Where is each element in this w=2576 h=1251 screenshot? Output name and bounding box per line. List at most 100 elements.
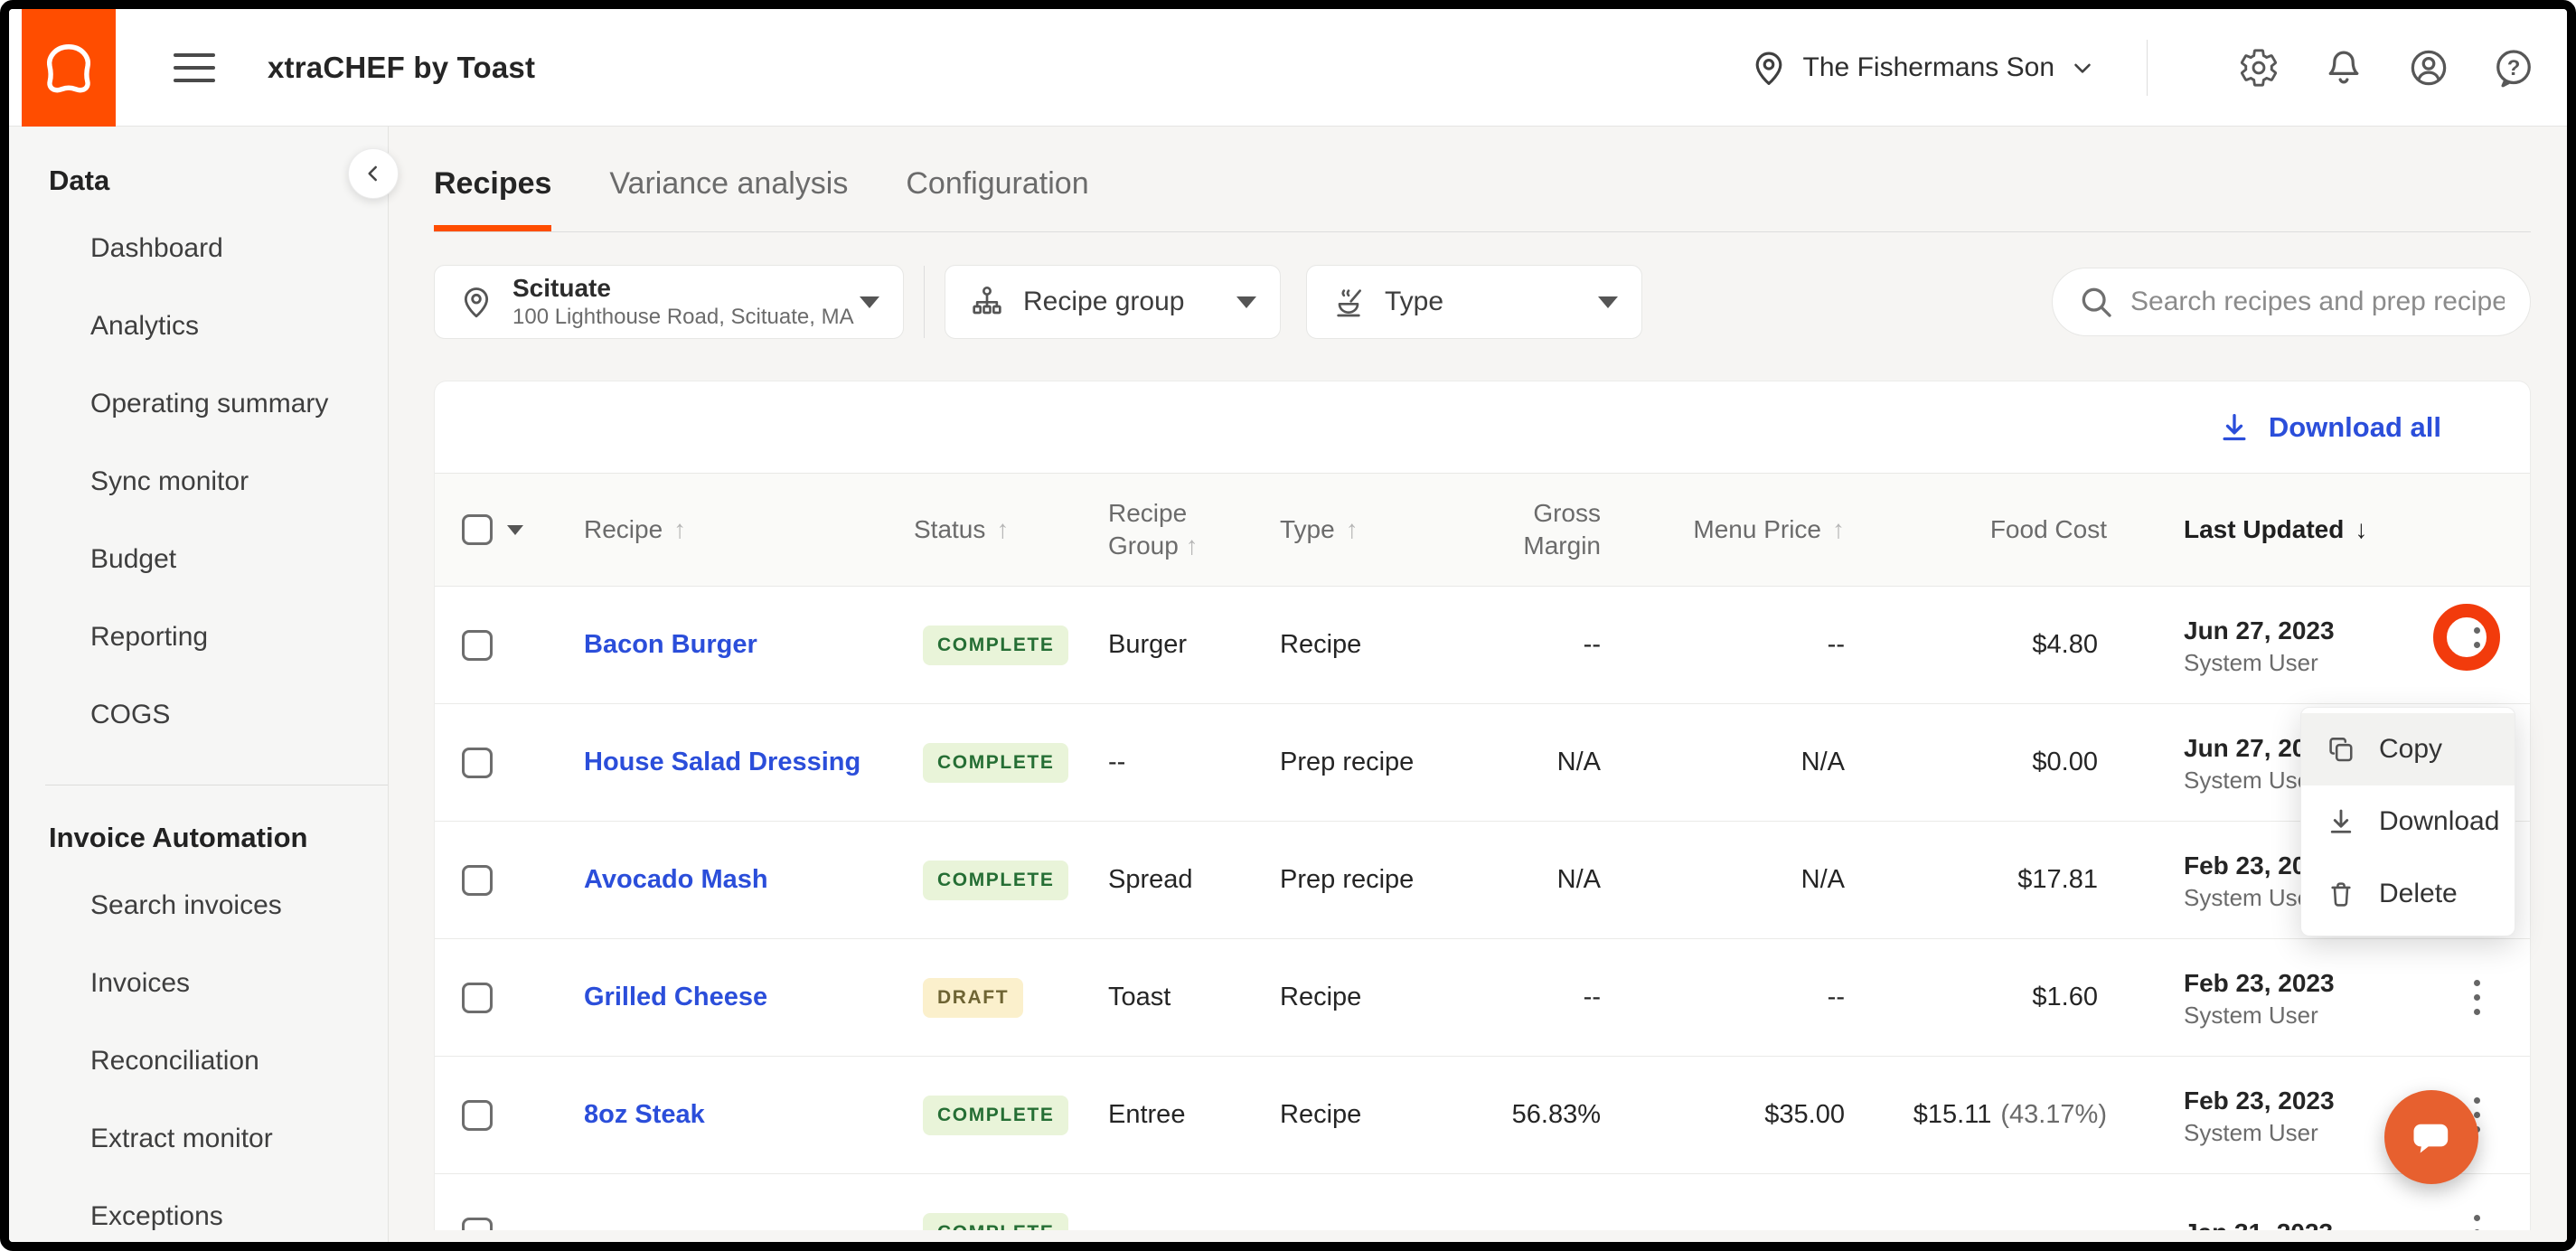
- status-badge: COMPLETE: [923, 743, 1068, 783]
- column-header-status[interactable]: Status↑: [914, 515, 1086, 544]
- menu-price-cell: --: [1610, 630, 1854, 660]
- chevron-down-icon: [2069, 54, 2096, 81]
- search-input[interactable]: [2130, 287, 2505, 317]
- row-actions-kebab-icon[interactable]: [2452, 614, 2501, 677]
- dropdown-caret-icon: [1598, 296, 1618, 308]
- table-row: COMPLETE Jan 31, 2023: [435, 1174, 2530, 1230]
- copy-icon: [2325, 733, 2357, 766]
- column-header-food-cost[interactable]: Food Cost: [1854, 515, 2116, 544]
- sidebar-item[interactable]: Budget: [9, 521, 388, 598]
- topbar-divider: [2147, 40, 2148, 96]
- recipe-group-cell: Spread: [1086, 865, 1257, 895]
- location-filter[interactable]: Scituate 100 Lighthouse Road, Scituate, …: [434, 265, 904, 339]
- sidebar-item[interactable]: Search invoices: [9, 867, 388, 945]
- sidebar-item[interactable]: Extract monitor: [9, 1100, 388, 1178]
- settings-gear-icon[interactable]: [2238, 47, 2280, 89]
- row-checkbox[interactable]: [462, 1100, 493, 1131]
- location-name: The Fishermans Son: [1803, 52, 2054, 83]
- toast-logo[interactable]: [22, 9, 116, 127]
- sidebar-item[interactable]: Exceptions: [9, 1178, 388, 1251]
- table-body: Bacon Burger COMPLETE Burger Recipe -- -…: [435, 587, 2530, 1230]
- sort-asc-icon: ↑: [673, 515, 686, 544]
- sidebar-item[interactable]: Operating summary: [9, 365, 388, 443]
- menu-price-cell: N/A: [1610, 865, 1854, 895]
- column-header-recipe[interactable]: Recipe↑: [570, 515, 914, 544]
- gross-margin-cell: N/A: [1474, 748, 1610, 777]
- food-cost-cell: $0.00: [1854, 748, 2116, 777]
- type-cell: Recipe: [1257, 1100, 1474, 1130]
- recipe-group-filter-label: Recipe group: [1023, 287, 1184, 317]
- tab[interactable]: Variance analysis: [609, 166, 848, 231]
- tab[interactable]: Recipes: [434, 166, 551, 231]
- column-header-gross-margin[interactable]: Gross Margin: [1474, 497, 1610, 562]
- chat-support-button[interactable]: [2384, 1090, 2478, 1184]
- column-header-type[interactable]: Type↑: [1257, 515, 1474, 544]
- recipe-group-cell: --: [1086, 748, 1257, 777]
- menu-price-cell: $35.00: [1610, 1100, 1854, 1130]
- recipe-link[interactable]: Bacon Burger: [584, 630, 757, 659]
- row-checkbox[interactable]: [462, 983, 493, 1013]
- tab[interactable]: Configuration: [906, 166, 1088, 231]
- sidebar-item[interactable]: Dashboard: [9, 210, 388, 287]
- sort-desc-icon: ↓: [2355, 515, 2367, 544]
- sidebar-item[interactable]: Analytics: [9, 287, 388, 365]
- dropdown-caret-icon: [860, 296, 879, 308]
- status-badge: COMPLETE: [923, 1096, 1068, 1135]
- account-user-icon[interactable]: [2408, 47, 2449, 89]
- status-badge: COMPLETE: [923, 861, 1068, 900]
- recipe-link[interactable]: Grilled Cheese: [584, 983, 767, 1011]
- status-badge: COMPLETE: [923, 1213, 1068, 1231]
- last-updated-cell: Feb 23, 2023 System User: [2116, 1084, 2423, 1147]
- context-menu-copy[interactable]: Copy: [2301, 713, 2515, 785]
- table-toolbar: Download all: [435, 381, 2530, 474]
- recipe-link[interactable]: Avocado Mash: [584, 865, 768, 894]
- row-actions-kebab-icon[interactable]: [2452, 966, 2501, 1030]
- recipe-link[interactable]: House Salad Dressing: [584, 748, 860, 776]
- type-cell: Prep recipe: [1257, 748, 1474, 777]
- top-bar: xtraCHEF by Toast The Fishermans Son: [9, 9, 2567, 127]
- notifications-bell-icon[interactable]: [2323, 47, 2364, 89]
- column-header-last-updated[interactable]: Last Updated↓: [2116, 515, 2423, 544]
- table-header-row: Recipe↑ Status↑ Recipe Group ↑ Type↑ Gro…: [435, 474, 2530, 587]
- food-cost-cell: $4.80: [1854, 630, 2116, 660]
- recipe-group-filter[interactable]: Recipe group: [945, 265, 1281, 339]
- sidebar-item[interactable]: Reporting: [9, 598, 388, 676]
- last-updated-cell: Jan 31, 2023: [2116, 1216, 2423, 1231]
- sidebar-item[interactable]: Invoices: [9, 945, 388, 1022]
- row-actions-kebab-icon[interactable]: [2452, 1201, 2501, 1231]
- location-pin-icon: [458, 284, 494, 320]
- gross-margin-cell: --: [1474, 630, 1610, 660]
- hamburger-menu-icon[interactable]: [174, 53, 215, 82]
- location-switcher[interactable]: The Fishermans Son: [1749, 48, 2096, 88]
- sidebar-collapse-button[interactable]: [348, 148, 399, 199]
- sidebar-heading-invoice-automation: Invoice Automation: [9, 822, 388, 867]
- download-all-button[interactable]: Download all: [2216, 409, 2441, 446]
- row-checkbox[interactable]: [462, 748, 493, 778]
- sidebar-item[interactable]: Sync monitor: [9, 443, 388, 521]
- column-header-recipe-group[interactable]: Recipe Group ↑: [1086, 497, 1257, 562]
- select-all-checkbox[interactable]: [462, 514, 493, 545]
- sidebar-item[interactable]: Reconciliation: [9, 1022, 388, 1100]
- recipe-group-cell: Toast: [1086, 983, 1257, 1012]
- row-checkbox[interactable]: [462, 630, 493, 661]
- sidebar: Data Dashboard Analytics Operating summa…: [9, 127, 389, 1242]
- recipe-link[interactable]: 8oz Steak: [584, 1100, 705, 1129]
- food-cost-cell: $15.11 (43.17%): [1854, 1100, 2116, 1130]
- sidebar-section-invoice-automation: Invoice Automation Search invoices Invoi…: [9, 822, 388, 1251]
- help-bubble-icon[interactable]: ?: [2493, 47, 2534, 89]
- recipe-group-hierarchy-icon: [969, 284, 1005, 320]
- table-row: Grilled Cheese DRAFT Toast Recipe -- -- …: [435, 939, 2530, 1057]
- column-header-menu-price[interactable]: Menu Price↑: [1610, 515, 1854, 544]
- row-checkbox[interactable]: [462, 1218, 493, 1231]
- type-filter[interactable]: Type: [1306, 265, 1642, 339]
- select-dropdown-caret-icon[interactable]: [507, 525, 523, 535]
- context-menu-download[interactable]: Download: [2301, 785, 2515, 858]
- sidebar-item[interactable]: COGS: [9, 676, 388, 754]
- row-checkbox[interactable]: [462, 865, 493, 896]
- context-menu-delete[interactable]: Delete: [2301, 858, 2515, 930]
- food-bowl-icon: [1330, 284, 1367, 320]
- app-title: xtraCHEF by Toast: [268, 51, 535, 85]
- menu-price-cell: --: [1610, 983, 1854, 1012]
- svg-text:?: ?: [2507, 56, 2521, 80]
- dropdown-caret-icon: [1236, 296, 1256, 308]
